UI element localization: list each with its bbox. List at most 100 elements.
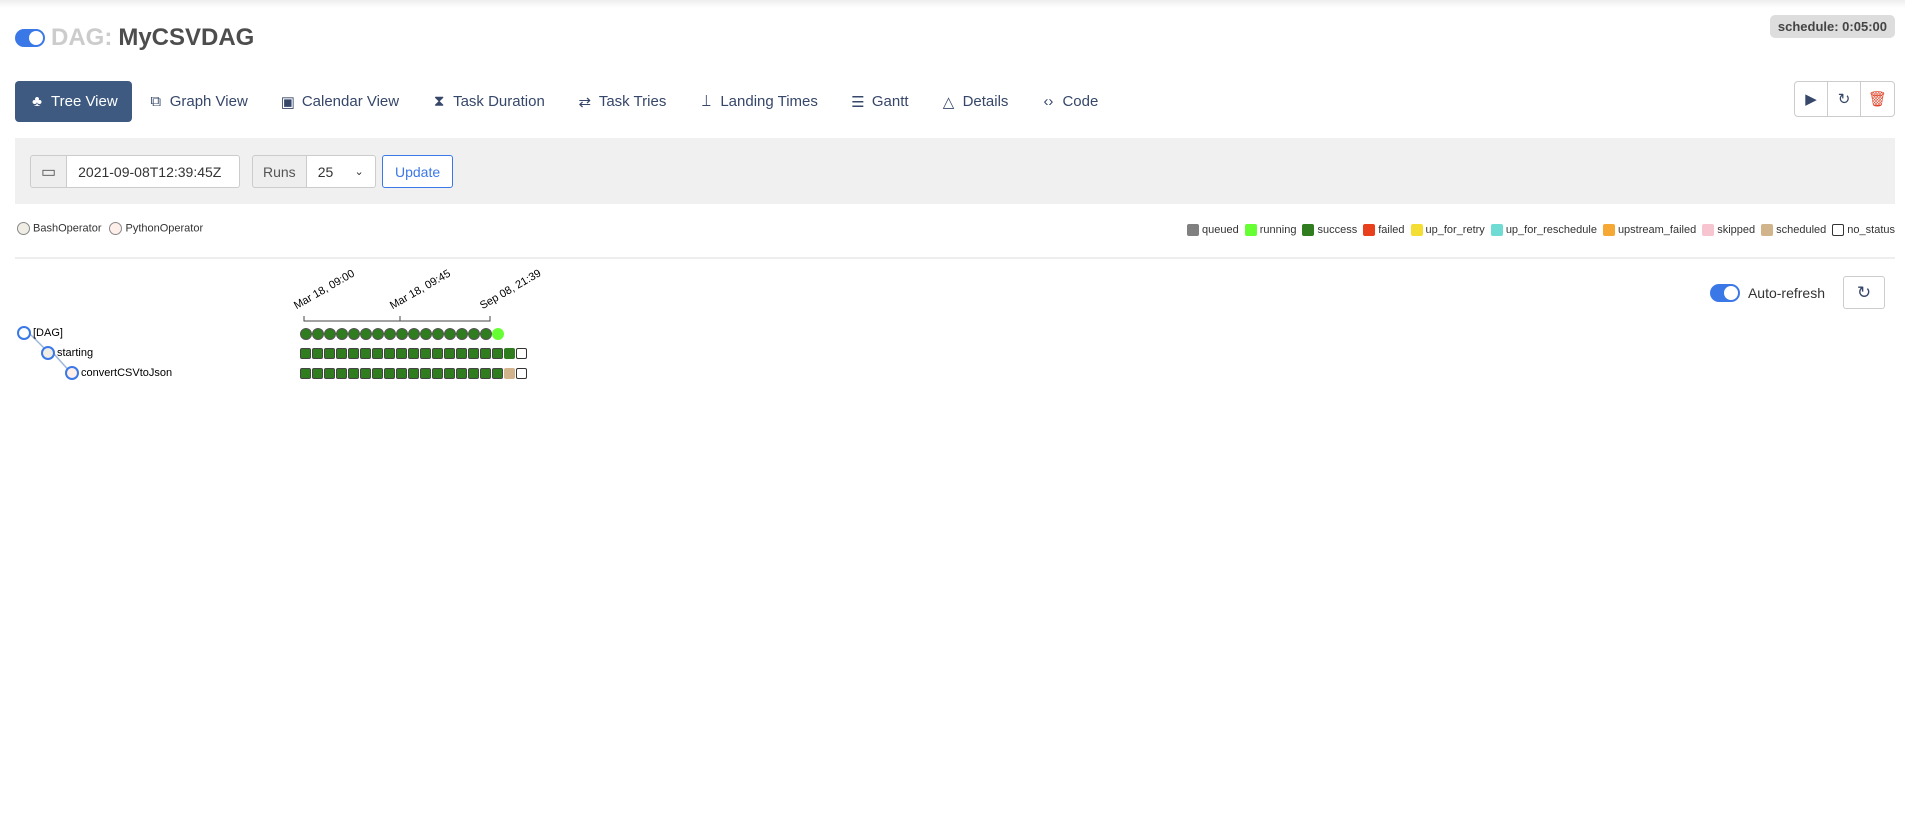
- tree-node[interactable]: convertCSVtoJson: [65, 366, 172, 380]
- gantt-icon: ☰: [851, 93, 865, 111]
- task-instance-success[interactable]: [432, 348, 443, 359]
- refresh-dag-button[interactable]: ↻: [1828, 82, 1861, 116]
- task-instance-success[interactable]: [420, 368, 431, 379]
- task-instance-success[interactable]: [396, 368, 407, 379]
- tab-calendar-view[interactable]: ▣ Calendar View: [264, 81, 415, 122]
- dag-pause-toggle[interactable]: [15, 29, 45, 47]
- task-instance-success[interactable]: [300, 368, 311, 379]
- task-instance-success[interactable]: [324, 368, 335, 379]
- task-instance-success[interactable]: [348, 368, 359, 379]
- task-instance-success[interactable]: [360, 348, 371, 359]
- delete-dag-button[interactable]: 🗑: [1861, 82, 1894, 116]
- dag-run-success[interactable]: [312, 328, 324, 340]
- task-instance-success[interactable]: [492, 368, 503, 379]
- legend-label: queued: [1202, 224, 1239, 236]
- tab-label: Tree View: [51, 93, 118, 110]
- task-instance-success[interactable]: [408, 348, 419, 359]
- task-instance-success[interactable]: [312, 368, 323, 379]
- dag-run-success[interactable]: [432, 328, 444, 340]
- dag-run-success[interactable]: [444, 328, 456, 340]
- legend-item-queued[interactable]: queued: [1187, 224, 1239, 237]
- tab-code[interactable]: ‹› Code: [1024, 81, 1114, 122]
- task-instance-success[interactable]: [480, 368, 491, 379]
- calendar-icon[interactable]: ▭: [30, 155, 68, 188]
- task-instance-success[interactable]: [432, 368, 443, 379]
- refresh-button[interactable]: ↻: [1843, 276, 1885, 309]
- legend-item-up_for_retry[interactable]: up_for_retry: [1410, 224, 1485, 237]
- task-instance-success[interactable]: [456, 368, 467, 379]
- dag-run-success[interactable]: [348, 328, 360, 340]
- auto-refresh-label: Auto-refresh: [1747, 284, 1825, 301]
- task-instance-scheduled[interactable]: [504, 368, 515, 379]
- dag-run-success[interactable]: [396, 328, 408, 340]
- tab-task-duration[interactable]: ⧗ Task Duration: [415, 81, 561, 122]
- task-instance-success[interactable]: [336, 348, 347, 359]
- dag-run-success[interactable]: [480, 328, 492, 340]
- dag-run-success[interactable]: [420, 328, 432, 340]
- tab-task-tries[interactable]: ⇄ Task Tries: [561, 81, 683, 122]
- auto-refresh-toggle[interactable]: [1709, 283, 1740, 302]
- dag-run-success[interactable]: [336, 328, 348, 340]
- task-instance-success[interactable]: [384, 348, 395, 359]
- task-instance-success[interactable]: [504, 348, 515, 359]
- task-instance-success[interactable]: [312, 348, 323, 359]
- legend-item-success[interactable]: success: [1302, 224, 1357, 237]
- task-instance-success[interactable]: [444, 368, 455, 379]
- trigger-dag-button[interactable]: ▶: [1795, 82, 1828, 116]
- legend-item-upstream_failed[interactable]: upstream_failed: [1602, 224, 1696, 237]
- legend-item-scheduled[interactable]: scheduled: [1761, 224, 1826, 237]
- time-axis: [303, 316, 491, 322]
- task-instance-success[interactable]: [372, 348, 383, 359]
- tab-graph-view[interactable]: ⧉ Graph View: [132, 81, 264, 122]
- legend-item-up_for_reschedule[interactable]: up_for_reschedule: [1490, 224, 1597, 237]
- task-instance-success[interactable]: [492, 348, 503, 359]
- node-circle: [41, 346, 55, 360]
- legend-item-skipped[interactable]: skipped: [1702, 224, 1755, 237]
- dag-run-success[interactable]: [324, 328, 336, 340]
- dag-run-success[interactable]: [384, 328, 396, 340]
- tab-details[interactable]: △ Details: [925, 81, 1025, 122]
- tab-label: Calendar View: [301, 93, 400, 110]
- task-instance-success[interactable]: [348, 348, 359, 359]
- dag-run-success[interactable]: [360, 328, 372, 340]
- dag-run-success[interactable]: [456, 328, 468, 340]
- task-instance-success[interactable]: [372, 368, 383, 379]
- task-instance-success[interactable]: [300, 348, 311, 359]
- dag-run-success[interactable]: [468, 328, 480, 340]
- runs-select[interactable]: 25 ⌄: [306, 155, 376, 188]
- task-instance-success[interactable]: [420, 348, 431, 359]
- task-instance-success[interactable]: [456, 348, 467, 359]
- tab-label: Code: [1062, 93, 1099, 110]
- tab-label: Details: [962, 93, 1009, 110]
- legend-swatch: [1302, 224, 1315, 237]
- tab-tree-view[interactable]: ♣ Tree View: [15, 81, 132, 122]
- task-instance-success[interactable]: [480, 348, 491, 359]
- dag-run-success[interactable]: [372, 328, 384, 340]
- dag-run-success[interactable]: [408, 328, 420, 340]
- legend-swatch: [1363, 224, 1376, 237]
- task-instance-success[interactable]: [396, 348, 407, 359]
- task-instance-success[interactable]: [384, 368, 395, 379]
- tab-gantt[interactable]: ☰ Gantt: [834, 81, 925, 122]
- task-instance-success[interactable]: [444, 348, 455, 359]
- base-date-input[interactable]: 2021-09-08T12:39:45Z: [67, 155, 241, 188]
- dag-run-success[interactable]: [300, 328, 312, 340]
- dag-run-running[interactable]: [492, 328, 504, 340]
- task-instance-success[interactable]: [324, 348, 335, 359]
- task-instance-success[interactable]: [336, 368, 347, 379]
- task-instance-no_status[interactable]: [516, 348, 527, 359]
- task-instance-success[interactable]: [468, 348, 479, 359]
- tab-landing-times[interactable]: ⟘ Landing Times: [682, 81, 834, 122]
- task-instance-no_status[interactable]: [516, 368, 527, 379]
- legend-item-failed[interactable]: failed: [1363, 224, 1405, 237]
- legend-item-running[interactable]: running: [1244, 224, 1296, 237]
- runs-label: Runs: [252, 155, 307, 188]
- update-button[interactable]: Update: [382, 155, 454, 188]
- legend-item-no_status[interactable]: no_status: [1832, 224, 1895, 237]
- top-bar-shadow: [0, 0, 1905, 8]
- task-instance-success[interactable]: [360, 368, 371, 379]
- task-instance-success[interactable]: [408, 368, 419, 379]
- task-instance-success[interactable]: [468, 368, 479, 379]
- tree-node[interactable]: [DAG]: [17, 326, 63, 340]
- tree-node[interactable]: starting: [41, 346, 93, 360]
